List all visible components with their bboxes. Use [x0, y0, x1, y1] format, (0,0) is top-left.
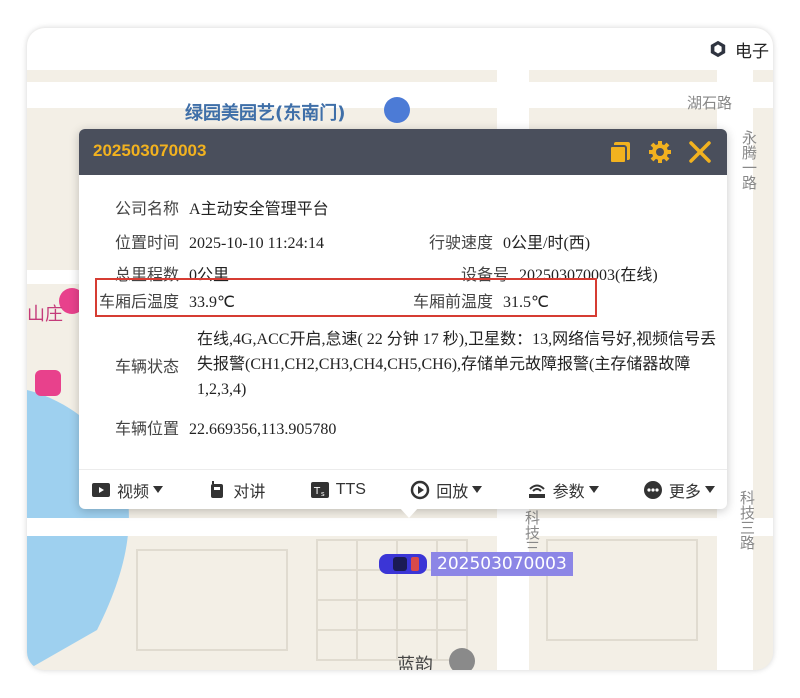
playback-label: 回放 — [436, 483, 469, 501]
vehicle-info-popup: 202503070003 公司名称 A主动安全管理平台 位置时间 2025-10… — [79, 129, 727, 518]
status-label: 车辆状态 — [115, 359, 180, 376]
company-value: A主动安全管理平台 — [189, 201, 329, 218]
row-rear-temp: 车厢后温度 33.9℃ — [99, 288, 235, 312]
road-label-keji-right: 科技三路 — [738, 490, 756, 550]
front-temp-value: 31.5℃ — [503, 294, 549, 311]
chevron-down-icon — [588, 486, 599, 493]
playback-icon — [410, 480, 430, 499]
popup-title: 202503070003 — [93, 141, 207, 160]
row-speed: 行驶速度 0公里/时(西) — [429, 229, 590, 253]
svg-text:T: T — [313, 486, 321, 497]
top-right-label: 电子 — [735, 41, 769, 62]
gear-icon[interactable] — [647, 139, 673, 165]
poi-pin-icon[interactable] — [384, 97, 410, 123]
time-label: 位置时间 — [115, 235, 180, 252]
chevron-down-icon — [472, 486, 483, 493]
position-label: 车辆位置 — [115, 421, 180, 438]
video-button[interactable]: 视频 — [91, 478, 164, 502]
more-button[interactable]: 更多 — [643, 478, 715, 502]
playback-button[interactable]: 回放 — [410, 478, 483, 502]
intercom-button[interactable]: 对讲 — [207, 478, 265, 502]
car-icon — [379, 554, 427, 574]
copy-icon[interactable] — [607, 139, 633, 165]
popup-toolbar: 视频 对讲 Ts TTS 回放 参数 更多 — [79, 469, 727, 509]
shield-icon — [710, 40, 726, 58]
row-company: 公司名称 A主动安全管理平台 — [115, 195, 329, 219]
company-label: 公司名称 — [115, 201, 180, 218]
speed-value: 0公里/时(西) — [503, 235, 591, 252]
position-value: 22.669356,113.905780 — [189, 421, 337, 438]
time-value: 2025-10-10 11:24:14 — [189, 235, 324, 252]
app-frame: 电子 绿园美园艺(东南门) 山庄 永腾一路 科技三路 科技三路 湖石路 蓝韵 2… — [27, 28, 773, 670]
video-icon — [92, 482, 110, 497]
tts-icon: Ts — [310, 481, 329, 498]
poi-pink-square-icon[interactable] — [35, 370, 61, 396]
popup-header: 202503070003 — [79, 129, 727, 175]
params-icon — [528, 484, 545, 498]
row-position: 车辆位置 22.669356,113.905780 — [115, 415, 336, 439]
more-icon — [643, 480, 662, 499]
status-value: 在线,4G,ACC开启,怠速( 22 分钟 17 秒),卫星数：13,网络信号好… — [197, 331, 717, 398]
poi-label-top[interactable]: 绿园美园艺(东南门) — [185, 99, 345, 125]
intercom-label: 对讲 — [233, 483, 266, 501]
chevron-down-icon — [704, 486, 715, 493]
intercom-icon — [211, 480, 224, 498]
front-temp-label: 车厢前温度 — [413, 294, 494, 311]
video-label: 视频 — [117, 483, 150, 501]
row-front-temp: 车厢前温度 31.5℃ — [413, 288, 549, 312]
speed-label: 行驶速度 — [429, 235, 494, 252]
more-label: 更多 — [668, 483, 701, 501]
road-label-upper-right: 湖石路 — [687, 94, 733, 112]
rear-temp-label: 车厢后温度 — [99, 294, 180, 311]
map-view[interactable]: 绿园美园艺(东南门) 山庄 永腾一路 科技三路 科技三路 湖石路 蓝韵 2025… — [27, 70, 773, 670]
params-button[interactable]: 参数 — [527, 478, 599, 502]
params-label: 参数 — [552, 483, 585, 501]
top-bar: 电子 — [27, 28, 773, 71]
poi-label-bottom[interactable]: 蓝韵 — [397, 651, 433, 670]
tts-button[interactable]: Ts TTS — [310, 480, 366, 500]
popup-pointer — [399, 507, 419, 518]
poi-bottom-pin-icon[interactable] — [449, 648, 475, 670]
road-label-right: 永腾一路 — [740, 130, 758, 190]
svg-text:s: s — [321, 490, 325, 498]
top-right-button[interactable]: 电子 — [709, 28, 773, 70]
chevron-down-icon — [153, 486, 164, 493]
tts-label: TTS — [335, 480, 366, 498]
close-icon[interactable] — [687, 139, 713, 165]
vehicle-plate-label: 202503070003 — [431, 552, 573, 576]
rear-temp-value: 33.9℃ — [189, 294, 235, 311]
vehicle-marker[interactable]: 202503070003 — [377, 550, 573, 578]
poi-label-left[interactable]: 山庄 — [27, 300, 63, 326]
row-time: 位置时间 2025-10-10 11:24:14 — [115, 229, 324, 253]
